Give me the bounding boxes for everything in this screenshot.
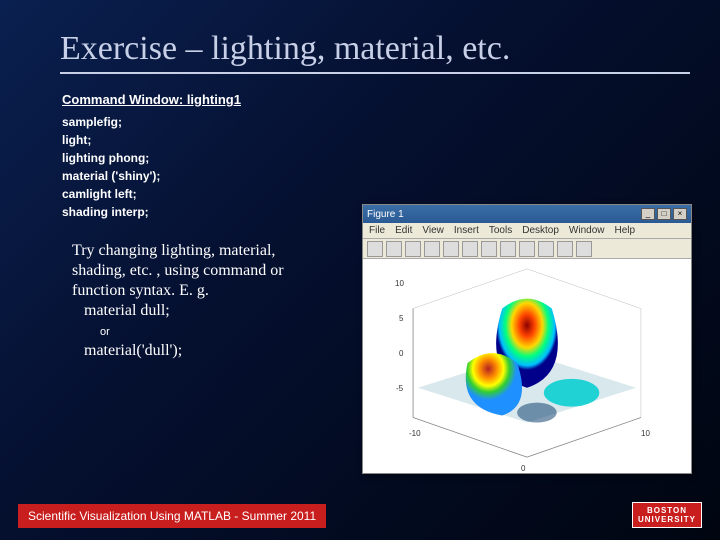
narrative-or: or [72, 326, 110, 338]
narrative-text: Try changing lighting, material, shading… [0, 219, 300, 361]
cmd-line: samplefig; [0, 111, 720, 129]
menu-view[interactable]: View [422, 225, 444, 236]
figure-canvas: 10 5 0 -5 -10 0 10 [363, 259, 691, 473]
maximize-button[interactable]: □ [657, 208, 671, 220]
toolbar-open-icon[interactable] [386, 241, 402, 257]
figure-title-text: Figure 1 [367, 209, 404, 220]
toolbar-print-icon[interactable] [424, 241, 440, 257]
toolbar-new-icon[interactable] [367, 241, 383, 257]
z-tick: 5 [399, 314, 403, 323]
figure-toolbar [363, 239, 691, 259]
close-button[interactable]: × [673, 208, 687, 220]
menu-desktop[interactable]: Desktop [522, 225, 559, 236]
narrative-example-1: material dull; [72, 302, 170, 319]
logo-line-2: UNIVERSITY [638, 515, 696, 524]
z-tick: -5 [396, 384, 403, 393]
xy-tick: 0 [521, 464, 525, 473]
toolbar-rotate-icon[interactable] [519, 241, 535, 257]
xy-tick: 10 [641, 429, 650, 438]
figure-menubar: File Edit View Insert Tools Desktop Wind… [363, 223, 691, 239]
menu-window[interactable]: Window [569, 225, 605, 236]
toolbar-arrow-icon[interactable] [443, 241, 459, 257]
cmd-line: lighting phong; [0, 147, 720, 165]
window-buttons: _ □ × [641, 208, 687, 220]
toolbar-legend-icon[interactable] [576, 241, 592, 257]
surface-plot [363, 259, 691, 473]
footer-badge: Scientific Visualization Using MATLAB - … [18, 504, 326, 528]
matlab-figure-window: Figure 1 _ □ × File Edit View Insert Too… [362, 204, 692, 474]
toolbar-colorbar-icon[interactable] [557, 241, 573, 257]
xy-tick: -10 [409, 429, 421, 438]
menu-insert[interactable]: Insert [454, 225, 479, 236]
slide-title: Exercise – lighting, material, etc. [0, 0, 720, 72]
menu-file[interactable]: File [369, 225, 385, 236]
menu-edit[interactable]: Edit [395, 225, 412, 236]
narrative-example-2: material('dull'); [72, 342, 182, 359]
command-window-heading: Command Window: lighting1 [0, 74, 720, 111]
z-tick: 0 [399, 349, 403, 358]
z-tick: 10 [395, 279, 404, 288]
minimize-button[interactable]: _ [641, 208, 655, 220]
toolbar-zoomout-icon[interactable] [481, 241, 497, 257]
toolbar-zoomin-icon[interactable] [462, 241, 478, 257]
logo-line-1: BOSTON [647, 506, 687, 515]
menu-tools[interactable]: Tools [489, 225, 512, 236]
boston-university-logo: BOSTON UNIVERSITY [632, 502, 702, 528]
toolbar-save-icon[interactable] [405, 241, 421, 257]
narrative-body: Try changing lighting, material, shading… [72, 242, 284, 299]
cmd-line: camlight left; [0, 183, 720, 201]
cmd-line: material ('shiny'); [0, 165, 720, 183]
cmd-line: light; [0, 129, 720, 147]
toolbar-datacursor-icon[interactable] [538, 241, 554, 257]
toolbar-pan-icon[interactable] [500, 241, 516, 257]
figure-titlebar: Figure 1 _ □ × [363, 205, 691, 223]
menu-help[interactable]: Help [615, 225, 636, 236]
